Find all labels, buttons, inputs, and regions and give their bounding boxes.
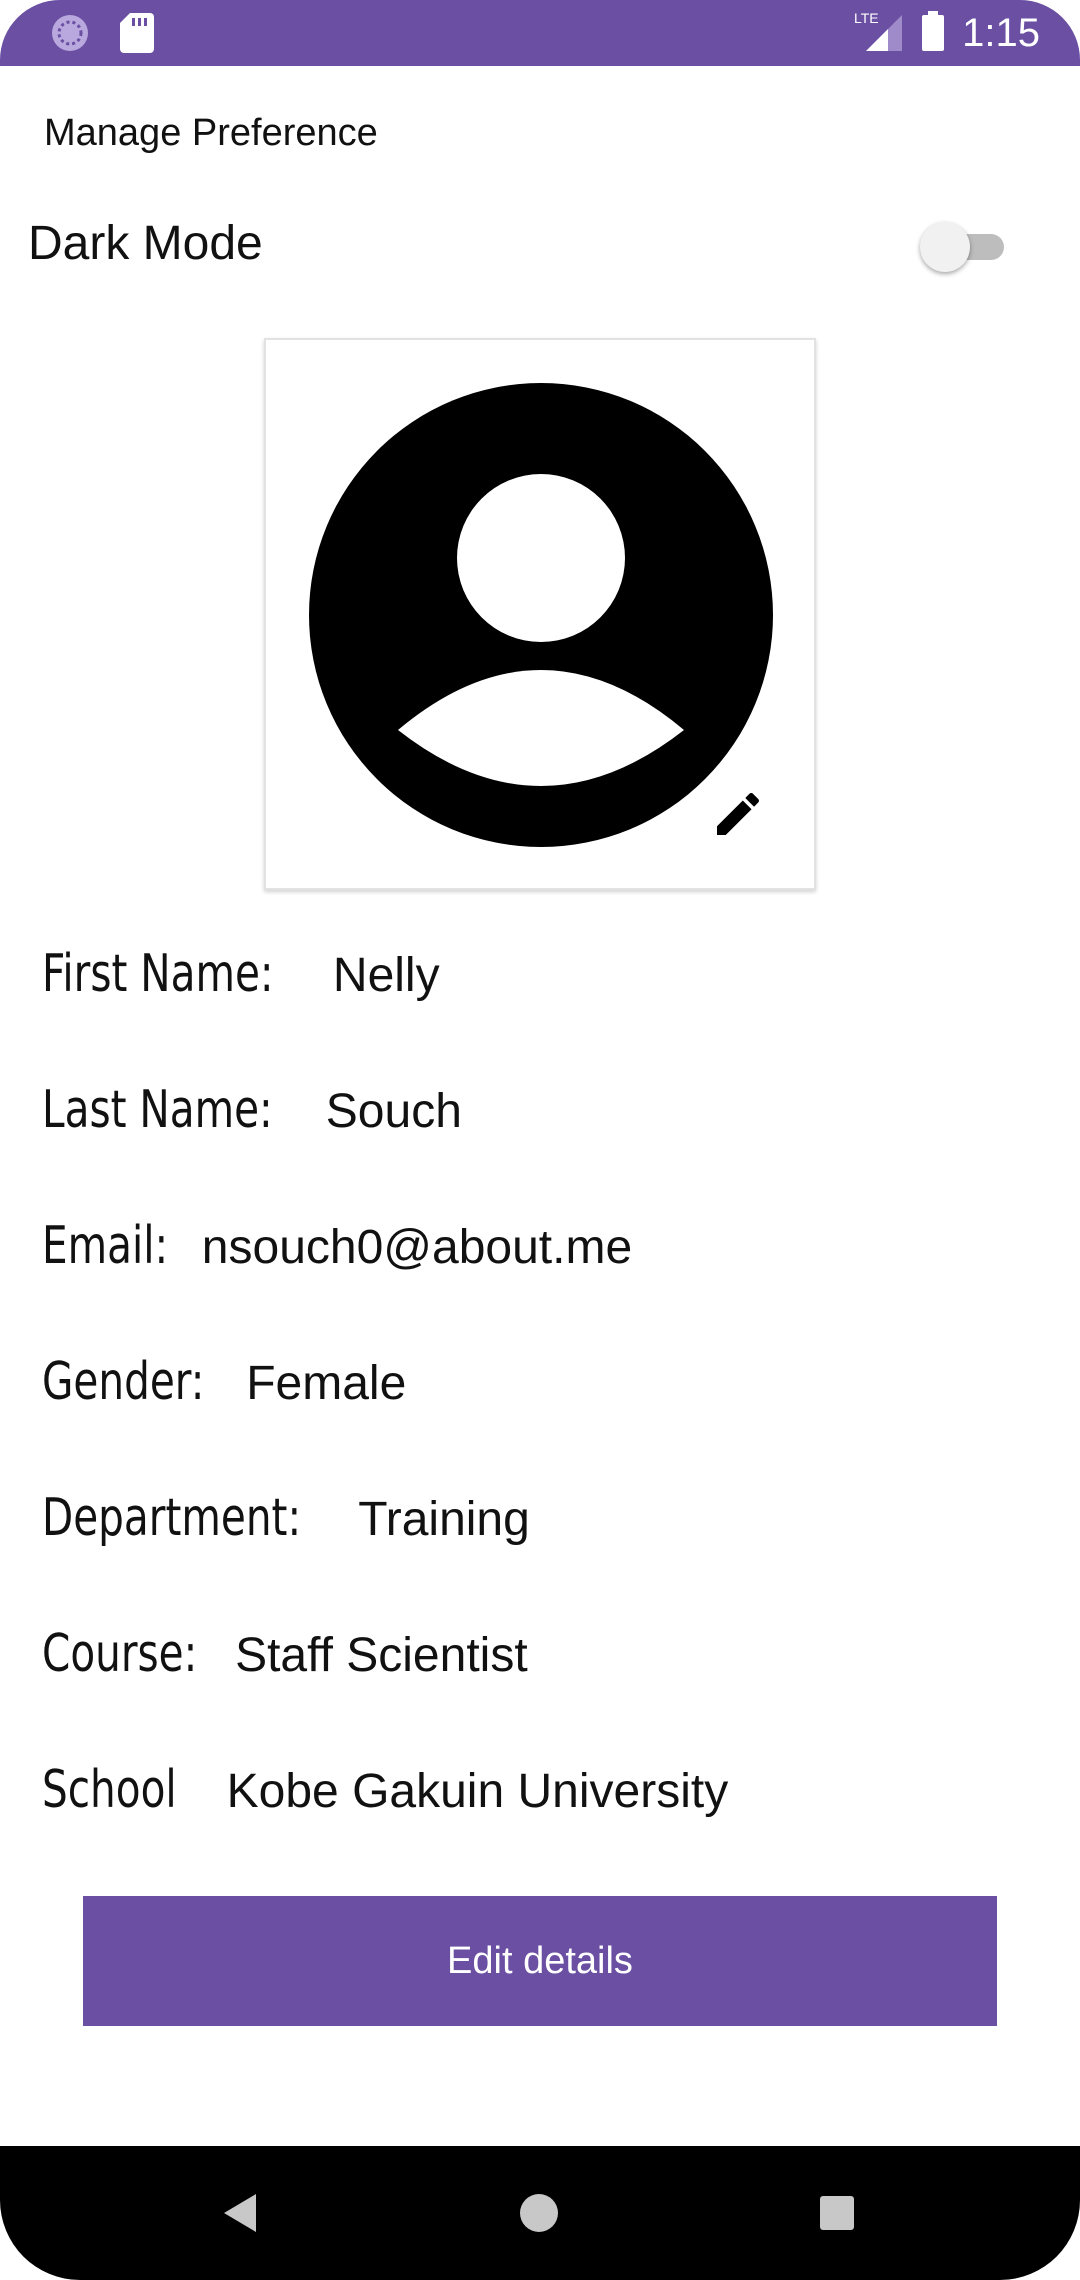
course-value: Staff Scientist bbox=[235, 1629, 528, 1682]
last-name-label: Last Name: bbox=[42, 1080, 273, 1140]
school-label: School bbox=[42, 1760, 177, 1820]
gender-value: Female bbox=[246, 1357, 407, 1410]
home-icon[interactable] bbox=[520, 2194, 558, 2232]
detail-row-email: Email: nsouch0@about.me bbox=[42, 1216, 632, 1276]
email-value: nsouch0@about.me bbox=[201, 1221, 633, 1274]
detail-row-first-name: First Name: Nelly bbox=[42, 944, 440, 1004]
status-right-icons: LTE 1:15 bbox=[854, 0, 1040, 66]
edit-details-button[interactable]: Edit details bbox=[83, 1896, 997, 2026]
lte-signal-icon: LTE bbox=[854, 9, 904, 58]
pencil-icon[interactable] bbox=[710, 786, 766, 842]
lte-label: LTE bbox=[854, 10, 879, 26]
first-name-value: Nelly bbox=[332, 949, 440, 1002]
account-circle-icon bbox=[309, 383, 773, 847]
battery-icon bbox=[920, 9, 946, 58]
profile-picture-card[interactable] bbox=[264, 338, 816, 890]
status-left-icons bbox=[50, 13, 154, 58]
app-notification-icon bbox=[50, 13, 90, 58]
manage-preference-title: Manage Preference bbox=[44, 112, 378, 154]
dark-mode-toggle[interactable] bbox=[918, 222, 1008, 272]
detail-row-department: Department: Training bbox=[42, 1488, 530, 1548]
dark-mode-label: Dark Mode bbox=[28, 217, 263, 270]
email-label: Email: bbox=[42, 1216, 169, 1276]
toggle-thumb bbox=[920, 222, 970, 272]
navigation-bar bbox=[0, 2146, 1080, 2280]
detail-row-gender: Gender: Female bbox=[42, 1352, 406, 1412]
detail-row-last-name: Last Name: Souch bbox=[42, 1080, 462, 1140]
department-label: Department: bbox=[42, 1488, 302, 1548]
school-value: Kobe Gakuin University bbox=[226, 1765, 729, 1818]
back-icon[interactable] bbox=[222, 2192, 258, 2234]
gender-label: Gender: bbox=[42, 1352, 205, 1412]
dark-mode-row: Dark Mode bbox=[0, 200, 1080, 290]
status-time: 1:15 bbox=[962, 10, 1040, 55]
course-label: Course: bbox=[42, 1624, 198, 1684]
detail-row-school: School Kobe Gakuin University bbox=[42, 1760, 728, 1820]
first-name-label: First Name: bbox=[42, 944, 274, 1004]
status-bar: LTE 1:15 bbox=[0, 0, 1080, 66]
department-value: Training bbox=[358, 1493, 530, 1546]
recents-icon[interactable] bbox=[820, 2196, 854, 2230]
last-name-value: Souch bbox=[325, 1085, 462, 1138]
sd-card-icon bbox=[120, 13, 154, 58]
detail-row-course: Course: Staff Scientist bbox=[42, 1624, 528, 1684]
